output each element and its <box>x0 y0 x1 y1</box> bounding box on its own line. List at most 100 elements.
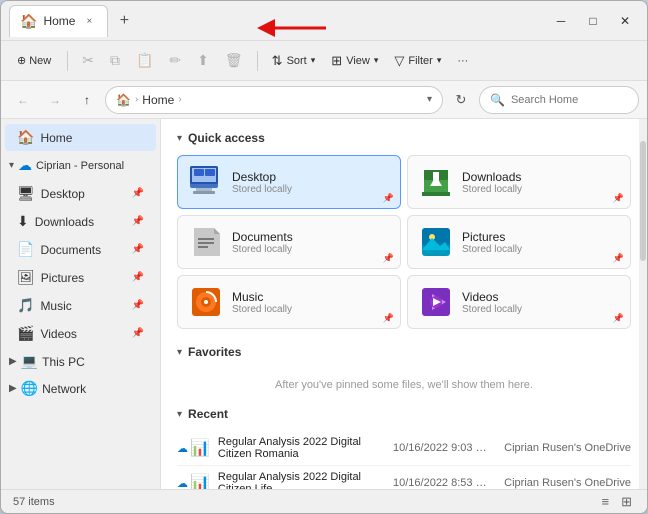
paste-button[interactable]: 📋 <box>130 46 159 76</box>
tab-close-button[interactable]: × <box>81 13 97 29</box>
home-sidebar-icon: 🏠 <box>17 129 34 146</box>
more-button[interactable]: ··· <box>451 46 474 76</box>
sidebar-expand-thispc[interactable]: ▶ 💻 This PC <box>1 348 160 375</box>
recent-title: Recent <box>188 407 228 421</box>
breadcrumb[interactable]: 🏠 › Home › ▾ <box>105 86 443 114</box>
qa-desktop[interactable]: Desktop Stored locally 📌 <box>177 155 401 209</box>
sidebar-item-documents[interactable]: 📄 Documents 📌 <box>5 236 156 263</box>
active-tab[interactable]: 🏠 Home × <box>9 5 108 37</box>
copy-icon: ⧉ <box>110 52 120 69</box>
qa-desktop-pin: 📌 <box>383 193 394 204</box>
music-pin-icon: 📌 <box>132 300 144 311</box>
quick-access-grid: Desktop Stored locally 📌 <box>177 155 631 329</box>
sidebar-item-desktop[interactable]: 🖥 Desktop 📌 <box>5 180 156 207</box>
qa-pictures-name: Pictures <box>462 230 620 244</box>
breadcrumb-home-label: Home <box>142 93 174 107</box>
filter-button[interactable]: ▽ Filter ▾ <box>388 46 447 76</box>
sort-chevron: ▾ <box>311 55 316 66</box>
ciprian-label: Ciprian - Personal <box>36 160 124 172</box>
add-tab-button[interactable]: + <box>110 7 138 35</box>
recent-collapse-arrow[interactable]: ▾ <box>177 409 182 420</box>
qa-pictures[interactable]: Pictures Stored locally 📌 <box>407 215 631 269</box>
qa-music-icon <box>188 284 224 320</box>
qa-music[interactable]: Music Stored locally 📌 <box>177 275 401 329</box>
list-view-button[interactable]: ≡ <box>599 494 613 510</box>
qa-pictures-icon <box>418 224 454 260</box>
cut-button[interactable]: ✂ <box>76 46 100 76</box>
search-box[interactable]: 🔍 <box>479 86 639 114</box>
recent-name-0: Regular Analysis 2022 Digital Citizen Ro… <box>218 436 385 460</box>
qa-documents-info: Documents Stored locally <box>232 230 390 255</box>
close-button[interactable]: ✕ <box>611 7 639 35</box>
back-button[interactable]: ← <box>9 86 37 114</box>
share-button[interactable]: ⬆ <box>191 46 215 76</box>
scrollbar-thumb[interactable] <box>640 141 646 261</box>
refresh-button[interactable]: ↻ <box>447 86 475 114</box>
breadcrumb-sep-1: › <box>135 94 138 105</box>
qa-downloads-pin: 📌 <box>613 193 624 204</box>
favorites-header: ▾ Favorites <box>177 345 631 359</box>
qa-desktop-icon <box>188 164 224 200</box>
search-input[interactable] <box>511 94 621 106</box>
documents-sidebar-icon: 📄 <box>17 241 34 258</box>
main-content: 🏠 Home ▾ ☁ Ciprian - Personal 🖥 Desktop … <box>1 119 647 489</box>
qa-pictures-pin: 📌 <box>613 253 624 264</box>
qa-documents[interactable]: Documents Stored locally 📌 <box>177 215 401 269</box>
qa-videos[interactable]: Videos Stored locally 📌 <box>407 275 631 329</box>
recent-loc-1: Ciprian Rusen's OneDrive <box>501 477 631 489</box>
music-sidebar-icon: 🎵 <box>17 297 34 314</box>
excel-icon-1: 📊 <box>190 473 210 489</box>
sidebar-music-label: Music <box>40 299 125 313</box>
delete-button[interactable]: 🗑 <box>219 46 249 76</box>
filter-chevron: ▾ <box>437 55 442 66</box>
copy-button[interactable]: ⧉ <box>104 46 126 76</box>
sidebar-item-videos[interactable]: 🎬 Videos 📌 <box>5 320 156 347</box>
cloud-icon-1: ☁ <box>177 477 188 490</box>
minimize-button[interactable]: ─ <box>547 7 575 35</box>
title-bar: 🏠 Home × Add new tab (Ctrl+T) + ─ □ ✕ <box>1 1 647 41</box>
new-button[interactable]: ⊕ New <box>9 46 59 76</box>
status-bar: 57 items ≡ ⊞ <box>1 489 647 513</box>
sidebar: 🏠 Home ▾ ☁ Ciprian - Personal 🖥 Desktop … <box>1 119 161 489</box>
sidebar-expand-ciprian[interactable]: ▾ ☁ Ciprian - Personal <box>1 152 160 179</box>
recent-item-0[interactable]: ☁ 📊 Regular Analysis 2022 Digital Citize… <box>177 431 631 466</box>
sidebar-home-label: Home <box>40 131 144 145</box>
fav-collapse-arrow[interactable]: ▾ <box>177 347 182 358</box>
filter-icon: ▽ <box>394 53 404 69</box>
tab-title: Home <box>43 14 75 28</box>
sidebar-expand-network[interactable]: ▶ 🌐 Network <box>1 375 160 402</box>
sidebar-item-pictures[interactable]: 🖼 Pictures 📌 <box>5 264 156 291</box>
qa-videos-name: Videos <box>462 290 620 304</box>
pictures-pin-icon: 📌 <box>132 272 144 283</box>
maximize-button[interactable]: □ <box>579 7 607 35</box>
address-bar: ← → ↑ 🏠 › Home › ▾ ↻ 🔍 <box>1 81 647 119</box>
forward-button[interactable]: → <box>41 86 69 114</box>
qa-collapse-arrow[interactable]: ▾ <box>177 133 182 144</box>
sort-button[interactable]: ⇅ Sort ▾ <box>266 46 322 76</box>
view-button[interactable]: ⊞ View ▾ <box>325 46 384 76</box>
qa-downloads[interactable]: Downloads Stored locally 📌 <box>407 155 631 209</box>
scrollbar-track[interactable] <box>639 119 647 489</box>
sidebar-item-music[interactable]: 🎵 Music 📌 <box>5 292 156 319</box>
thispc-expand-arrow: ▶ <box>9 356 17 367</box>
sidebar-item-downloads[interactable]: ⬇ Downloads 📌 <box>5 208 156 235</box>
toolbar-sep-2 <box>257 51 258 71</box>
toolbar-sep-1 <box>67 51 68 71</box>
filter-label: Filter <box>408 55 432 67</box>
add-tab-container: Add new tab (Ctrl+T) + <box>110 7 138 35</box>
desktop-pin-icon: 📌 <box>132 188 144 199</box>
cloud-icon-0: ☁ <box>177 442 188 455</box>
breadcrumb-sep-2: › <box>178 94 181 105</box>
qa-documents-name: Documents <box>232 230 390 244</box>
breadcrumb-dropdown[interactable]: ▾ <box>427 94 432 105</box>
quick-access-header: ▾ Quick access <box>177 131 631 145</box>
sidebar-item-home[interactable]: 🏠 Home <box>5 124 156 151</box>
recent-item-1[interactable]: ☁ 📊 Regular Analysis 2022 Digital Citize… <box>177 466 631 489</box>
up-button[interactable]: ↑ <box>73 86 101 114</box>
new-label: New <box>29 55 51 67</box>
cut-icon: ✂ <box>82 52 94 69</box>
grid-view-button[interactable]: ⊞ <box>618 494 635 510</box>
status-view-controls: ≡ ⊞ <box>599 494 636 510</box>
rename-icon: ✏ <box>169 52 181 69</box>
rename-button[interactable]: ✏ <box>163 46 187 76</box>
